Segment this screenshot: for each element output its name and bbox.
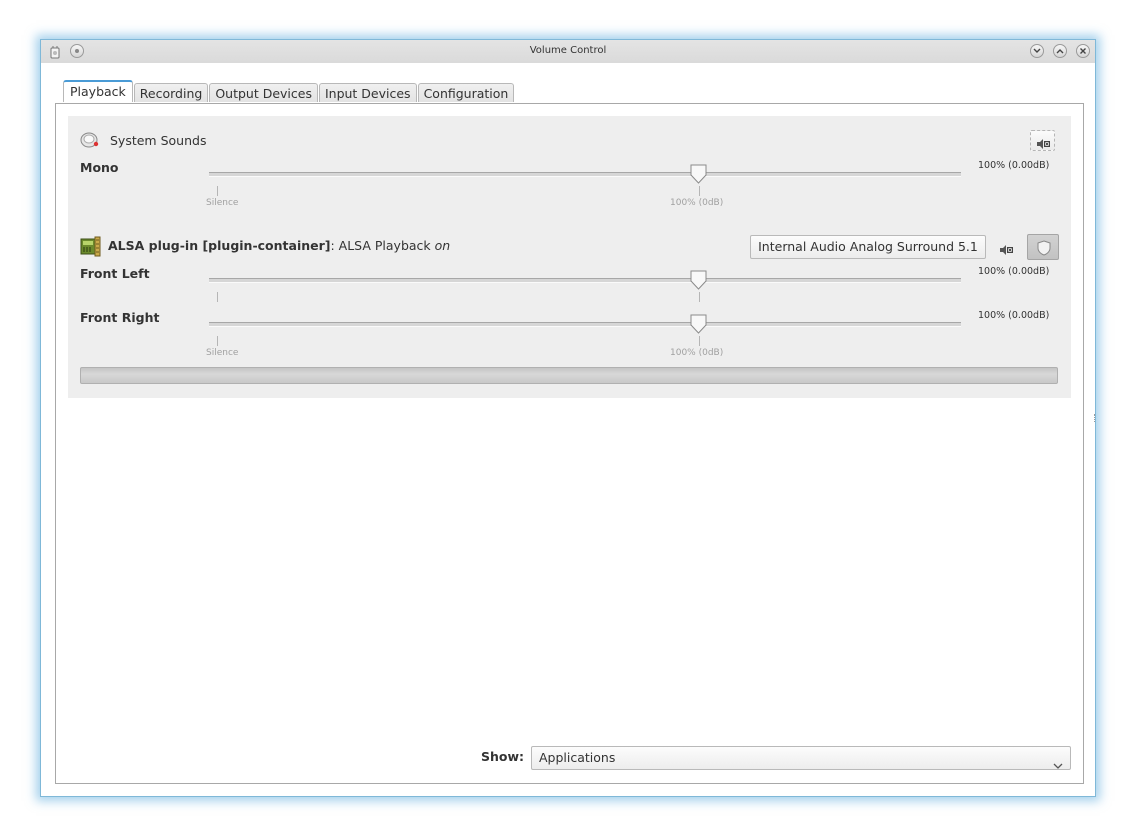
stream-separator: : — [330, 238, 339, 253]
speaker-mute-icon — [999, 241, 1013, 260]
volume-control-window: Volume Control Playback Recording Output… — [40, 39, 1096, 797]
tab-recording[interactable]: Recording — [133, 83, 209, 102]
show-label: Show: — [481, 749, 525, 764]
shield-icon — [1037, 240, 1051, 260]
tab-playback[interactable]: Playback — [63, 80, 133, 102]
stream-status: on — [434, 238, 451, 253]
front-left-silence-tick — [217, 292, 218, 302]
tab-configuration[interactable]: Configuration — [417, 83, 515, 102]
window-content: Playback Recording Output Devices Input … — [41, 63, 1095, 796]
mono-volume-track[interactable] — [209, 172, 961, 177]
front-right-norm-tick — [699, 336, 700, 346]
alsa-plugin-title: ALSA plug-in [plugin-container]: ALSA Pl… — [108, 238, 450, 253]
system-sounds-mute-button[interactable] — [1030, 130, 1055, 151]
window-resize-grip[interactable] — [1094, 414, 1097, 422]
front-left-norm-tick — [699, 292, 700, 302]
front-right-silence-tick — [217, 336, 218, 346]
norm-mark-label: 100% (0dB) — [670, 348, 724, 358]
tab-input-devices[interactable]: Input Devices — [318, 83, 417, 102]
alsa-mute-button[interactable] — [996, 237, 1018, 257]
plugin-app-icon — [80, 236, 102, 257]
chevron-down-icon — [1053, 755, 1063, 777]
stream-app-name: ALSA plug-in [plugin-container] — [108, 238, 331, 253]
stream-list: System Sounds Mono 100% (0.00dB) Silence… — [68, 116, 1071, 398]
minimize-button[interactable] — [1030, 44, 1044, 58]
silence-mark-label: Silence — [206, 348, 239, 358]
channel-label-front-right: Front Right — [80, 310, 160, 325]
peak-level-meter — [80, 367, 1058, 384]
stream-description: ALSA Playback — [338, 238, 435, 253]
front-left-volume-track[interactable] — [209, 278, 961, 283]
channel-label-mono: Mono — [80, 160, 119, 175]
close-button[interactable] — [1076, 44, 1090, 58]
channel-label-front-left: Front Left — [80, 266, 150, 281]
tab-bar: Playback Recording Output Devices Input … — [63, 80, 515, 103]
silence-tick — [217, 186, 218, 196]
playback-tab-page: System Sounds Mono 100% (0.00dB) Silence… — [55, 103, 1084, 784]
norm-tick — [699, 186, 700, 196]
output-device-button[interactable]: Internal Audio Analog Surround 5.1 — [750, 235, 986, 259]
window-title: Volume Control — [529, 45, 607, 56]
front-right-volume-slider[interactable] — [690, 314, 707, 334]
show-filter-value: Applications — [539, 750, 616, 765]
mono-volume-slider[interactable] — [690, 164, 707, 184]
speaker-mute-icon — [1036, 135, 1050, 154]
mono-volume-value: 100% (0.00dB) — [978, 160, 1050, 171]
system-sounds-title: System Sounds — [110, 133, 207, 148]
tab-output-devices[interactable]: Output Devices — [209, 83, 318, 102]
front-right-volume-value: 100% (0.00dB) — [978, 310, 1050, 321]
front-right-volume-track[interactable] — [209, 322, 961, 327]
maximize-button[interactable] — [1053, 44, 1067, 58]
system-sounds-icon — [80, 131, 100, 149]
title-bar[interactable]: Volume Control — [41, 40, 1095, 63]
silence-mark-label: Silence — [206, 198, 239, 208]
show-filter-dropdown[interactable]: Applications — [531, 746, 1071, 770]
lock-channels-button[interactable] — [1027, 234, 1059, 260]
front-left-volume-slider[interactable] — [690, 270, 707, 290]
norm-mark-label: 100% (0dB) — [670, 198, 724, 208]
front-left-volume-value: 100% (0.00dB) — [978, 266, 1050, 277]
